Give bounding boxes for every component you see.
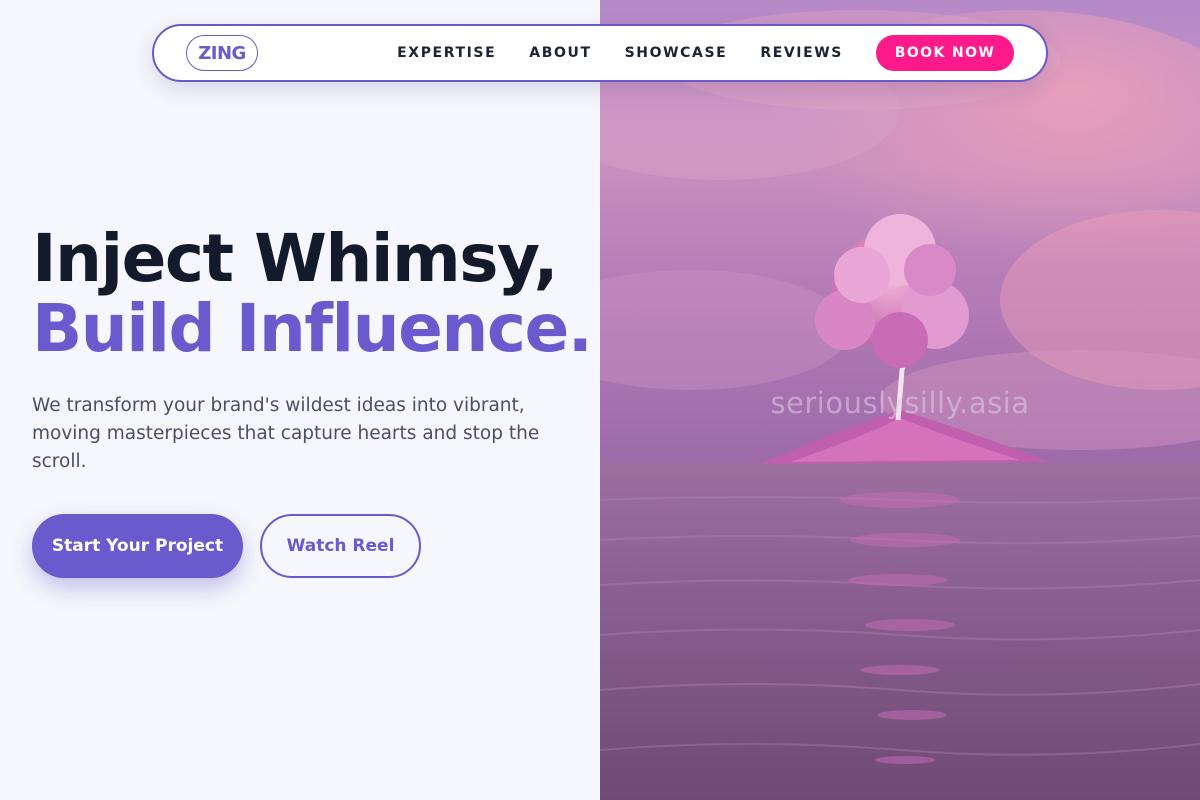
start-project-button[interactable]: Start Your Project bbox=[32, 514, 243, 578]
hero-photo: seriouslysilly.asia bbox=[600, 0, 1200, 800]
watch-reel-button[interactable]: Watch Reel bbox=[260, 514, 421, 578]
nav-link-reviews[interactable]: REVIEWS bbox=[760, 45, 843, 61]
nav-link-about[interactable]: ABOUT bbox=[529, 45, 591, 61]
hero-subtext: We transform your brand's wildest ideas … bbox=[32, 395, 540, 472]
top-navigation: ZING EXPERTISE ABOUT SHOWCASE REVIEWS BO… bbox=[152, 24, 1048, 82]
watermark-text: seriouslysilly.asia bbox=[770, 386, 1030, 420]
nav-link-expertise[interactable]: EXPERTISE bbox=[397, 45, 496, 61]
nav-link-showcase[interactable]: SHOWCASE bbox=[625, 45, 728, 61]
headline-line-2: Build Influence. bbox=[32, 290, 593, 367]
hero-headline: Inject Whimsy, Build Influence. bbox=[32, 220, 593, 367]
book-now-button[interactable]: BOOK NOW bbox=[876, 35, 1014, 71]
nav-links: EXPERTISE ABOUT SHOWCASE REVIEWS BOOK NO… bbox=[397, 35, 1014, 71]
headline-line-1: Inject Whimsy, bbox=[32, 220, 559, 297]
logo[interactable]: ZING bbox=[186, 35, 258, 71]
hero-cta-row: Start Your Project Watch Reel bbox=[32, 514, 421, 578]
